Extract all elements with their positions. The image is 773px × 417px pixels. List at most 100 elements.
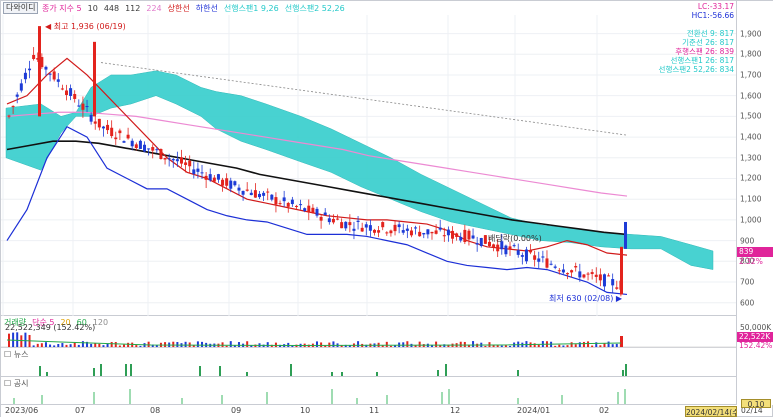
checkbox-icon[interactable]: ☐ — [4, 350, 11, 359]
volume-bar — [184, 341, 187, 347]
volume-bar — [229, 341, 232, 347]
candle-body — [19, 83, 23, 91]
candle-body — [483, 235, 487, 244]
candle-body — [225, 178, 229, 186]
volume-bar — [94, 343, 97, 347]
candle-body — [233, 181, 237, 186]
candle-body — [208, 174, 212, 181]
candle-body — [204, 175, 208, 180]
x-axis[interactable]: 2023/06 07 08 09 10 11 12 2024/01 02 — [1, 405, 736, 417]
disclosure-chart-svg — [13, 389, 626, 404]
price-tick: 1,400 — [740, 132, 762, 142]
candle-body — [274, 197, 278, 205]
ichimoku-value: 선행스팬2 52,26: 834 — [658, 65, 734, 74]
volume-bar — [201, 341, 204, 347]
price-panel[interactable]: 다와이디 종가 지수 5 10 448 112 224 상한선 하한선 선행스팬1 9,26 선… — [1, 1, 736, 316]
candle-body — [200, 172, 204, 174]
candle-body — [570, 270, 574, 273]
legend-item: 상한선 — [167, 4, 190, 13]
volume-bar — [607, 341, 610, 347]
stock-code-button[interactable]: 다와이디 — [3, 2, 39, 14]
disclosure-panel[interactable]: ☐ 공시 — [1, 377, 736, 405]
candle-body — [184, 162, 188, 165]
candle-body — [377, 230, 381, 233]
volume-bar — [196, 341, 199, 347]
candle-body — [28, 68, 32, 71]
candle-body — [147, 148, 151, 150]
volume-bar — [57, 344, 60, 347]
footer-date: 2024/02/14(수) — [685, 406, 737, 417]
candle-body — [69, 88, 73, 96]
volume-bar — [65, 344, 68, 347]
x-tick: 07 — [75, 406, 86, 415]
volume-bar — [562, 345, 565, 347]
zoom-value[interactable]: 0.10 — [741, 399, 771, 409]
price-tick: 1,800 — [740, 49, 762, 59]
candle-body — [294, 205, 298, 207]
candle-body — [327, 218, 331, 223]
candle-body — [151, 147, 155, 151]
volume-chart-svg — [1, 332, 736, 348]
candle-body — [237, 187, 241, 191]
candle-body — [389, 230, 393, 234]
volume-bar — [36, 343, 39, 347]
candle-body — [479, 237, 483, 247]
candle-body — [508, 246, 512, 250]
volume-bar — [332, 341, 335, 347]
volume-bar — [266, 342, 269, 347]
volume-bar — [155, 345, 158, 347]
candle-body — [492, 244, 496, 248]
disclosure-marker — [517, 398, 519, 404]
volume-bar — [357, 341, 360, 347]
candle-body — [192, 169, 196, 174]
candle-body — [282, 197, 286, 202]
high-annotation: ◀ 최고 1,936 (06/19) — [45, 21, 126, 32]
volume-bar — [620, 336, 623, 347]
candle-body — [52, 71, 56, 80]
volume-bar — [237, 342, 240, 347]
volume-bar — [69, 344, 72, 347]
volume-bar — [73, 342, 76, 347]
news-marker — [246, 372, 248, 376]
candle-body — [442, 235, 446, 237]
price-axis[interactable]: 1,900 1,800 1,700 1,600 1,500 1,400 1,300 1,200… — [736, 1, 773, 316]
volume-bar — [110, 341, 113, 347]
volume-bar — [554, 345, 557, 347]
volume-panel[interactable]: 거래량 단순 5 20 60 120 22,522,349 (152.42%) — [1, 316, 736, 348]
volume-axis-label: 50,000K — [740, 323, 772, 332]
x-tick: 12 — [450, 406, 461, 415]
dividend-annotation: 배당락(0.00%) — [488, 234, 542, 243]
candle-body — [38, 26, 41, 117]
volume-bar — [291, 345, 294, 347]
price-tick: 1,900 — [740, 29, 762, 39]
disclosure-marker — [41, 395, 43, 404]
volume-bar — [192, 345, 195, 347]
checkbox-icon[interactable]: ☐ — [4, 379, 11, 388]
candle-body — [262, 192, 266, 196]
candle-body — [598, 274, 602, 281]
legend-item: 하한선 — [195, 4, 218, 13]
news-marker — [290, 364, 292, 376]
volume-bar — [114, 342, 117, 347]
candle-body — [545, 258, 549, 268]
volume-bar — [459, 341, 462, 347]
candle-body — [32, 54, 36, 59]
volume-bar — [435, 341, 438, 347]
news-panel[interactable]: ☐ 뉴스 — [1, 348, 736, 377]
volume-bar — [533, 343, 536, 347]
candle-body — [331, 218, 335, 223]
volume-bar — [582, 341, 585, 347]
last-price-tag: 839 — [737, 247, 773, 258]
candle-body — [364, 224, 368, 228]
candle-body — [336, 218, 340, 220]
volume-bar — [615, 343, 618, 347]
candle-body — [221, 179, 225, 186]
volume-bar — [566, 345, 569, 347]
legend-item: 종가 지수 5 — [42, 4, 82, 13]
candle-body — [529, 250, 533, 253]
volume-axis[interactable]: 50,000K 22,522K 152.42% — [736, 316, 773, 350]
candle-body — [340, 222, 344, 229]
volume-bar — [525, 341, 528, 347]
x-tick: 02 — [599, 406, 610, 415]
volume-bar — [484, 345, 487, 347]
